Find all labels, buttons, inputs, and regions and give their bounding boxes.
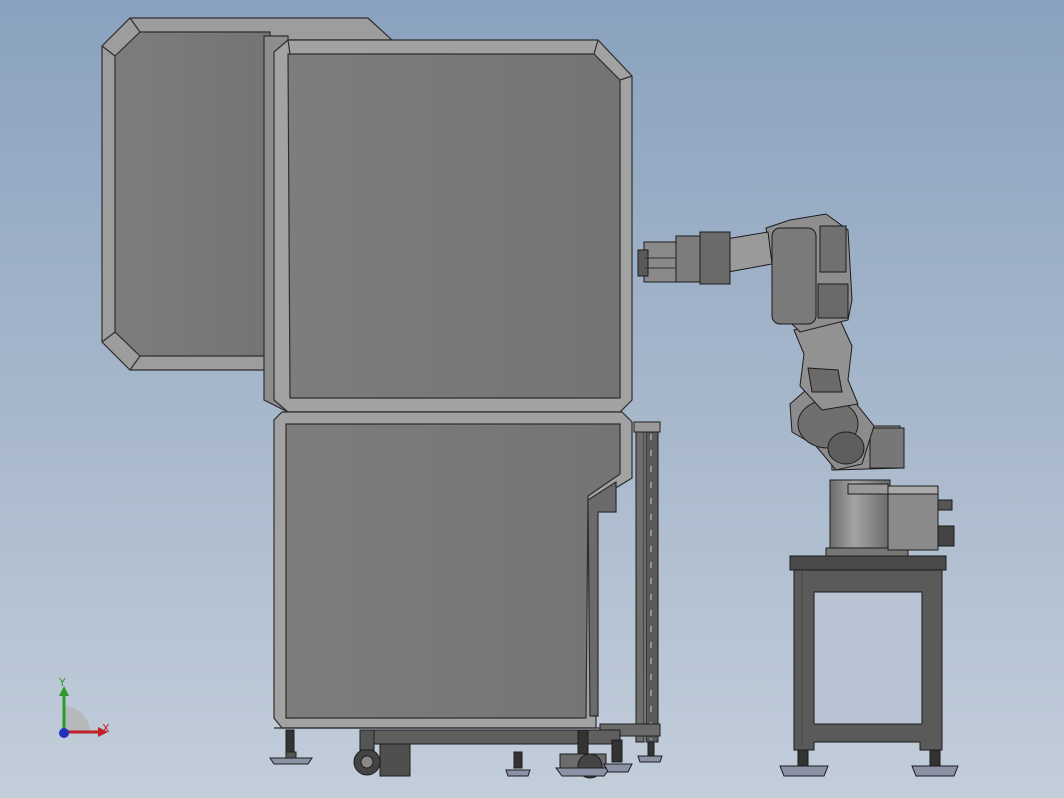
x-axis-label: X [102, 722, 110, 735]
robot-arm[interactable] [637, 213, 955, 557]
triad-graphic [59, 686, 108, 738]
z-axis-dot [59, 728, 69, 738]
cad-viewport[interactable]: Y X [0, 0, 1064, 798]
y-axis-label: Y [59, 676, 66, 689]
lower-enclosure[interactable] [273, 411, 633, 729]
model-graphics[interactable] [0, 0, 1064, 798]
view-orientation-triad: Y X [44, 676, 124, 746]
robot-stand[interactable] [779, 555, 959, 777]
upper-enclosure[interactable] [263, 35, 633, 413]
